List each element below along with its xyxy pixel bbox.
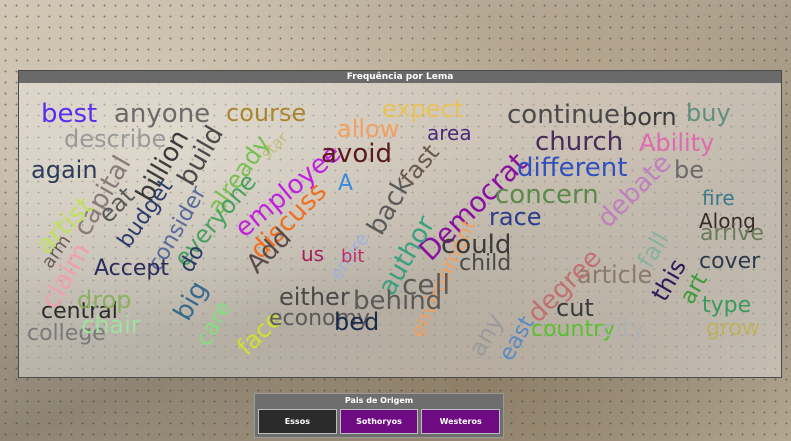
word-again[interactable]: again (31, 158, 98, 182)
word-avoid[interactable]: avoid (321, 141, 392, 167)
word-fire[interactable]: fire (702, 188, 735, 208)
word-allow[interactable]: allow (337, 117, 399, 141)
word-grow[interactable]: grow (706, 318, 760, 340)
word-bit[interactable]: bit (341, 248, 364, 266)
word-child[interactable]: child (459, 253, 511, 275)
word-best[interactable]: best (41, 101, 97, 127)
word-drop[interactable]: drop (77, 288, 132, 312)
word-be[interactable]: be (674, 158, 704, 182)
word-born[interactable]: born (622, 105, 677, 129)
word-a[interactable]: A (338, 173, 353, 195)
word-us[interactable]: us (301, 244, 324, 264)
word-cloud[interactable]: best anyone course expect continue born buy des… (19, 83, 781, 377)
word-continue[interactable]: continue (507, 102, 620, 128)
slicer-option-sothoryos[interactable]: Sothoryos (339, 409, 419, 434)
word-describe[interactable]: describe (64, 127, 166, 151)
slicer-option-westeros[interactable]: Westeros (421, 409, 501, 434)
word-accept[interactable]: Accept (94, 258, 169, 280)
country-slicer[interactable]: Pais de Origem Essos Sothoryos Westeros (254, 393, 504, 438)
word-ability[interactable]: Ability (639, 131, 714, 155)
slicer-title: Pais de Origem (344, 396, 414, 405)
slicer-option-essos[interactable]: Essos (258, 409, 337, 434)
word-course[interactable]: course (226, 101, 306, 125)
word-arrive[interactable]: arrive (700, 223, 764, 245)
word-area[interactable]: area (427, 123, 472, 143)
word-type[interactable]: type (702, 295, 751, 317)
word-buy[interactable]: buy (686, 101, 731, 125)
slicer-options: Essos Sothoryos Westeros (255, 407, 503, 434)
word-city[interactable]: city (602, 316, 645, 340)
word-cloud-visual[interactable]: Frequência por Lema best anyone course expe… (18, 70, 782, 378)
word-church[interactable]: church (535, 129, 623, 155)
word-different[interactable]: different (517, 155, 627, 181)
word-chair[interactable]: chair (81, 313, 141, 337)
visual-title: Frequência por Lema (19, 71, 781, 83)
word-bed[interactable]: bed (334, 310, 379, 334)
word-race[interactable]: race (489, 205, 542, 229)
word-cover[interactable]: cover (699, 251, 760, 273)
word-anyone[interactable]: anyone (114, 101, 210, 127)
